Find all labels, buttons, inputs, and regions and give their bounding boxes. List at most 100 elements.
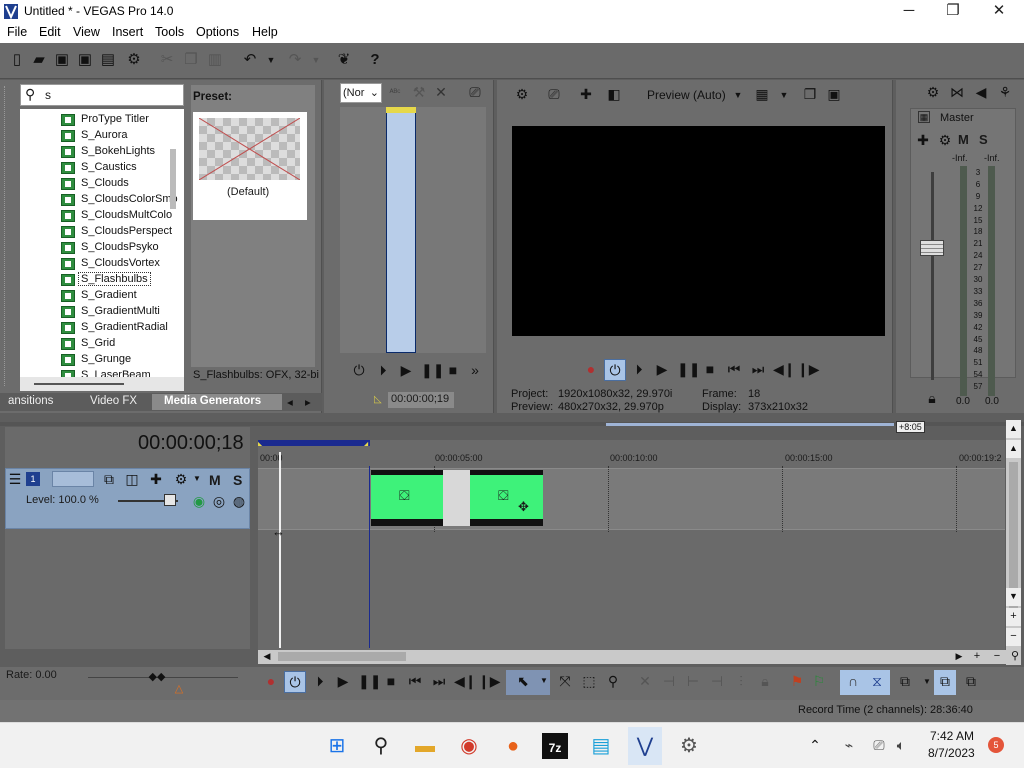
lock-icon[interactable]: 🔒︎ — [756, 673, 774, 691]
compositing-mode-icon[interactable]: ◫ — [123, 471, 141, 489]
save-icon[interactable]: ▣ — [53, 51, 71, 69]
tab-transitions[interactable]: ansitions — [8, 395, 53, 407]
video-track-header[interactable]: ☰ 1 ⧉ ◫ ✚ ⚙ ▼ M S Level: 100.0 % ◉ ◎ ◍ — [5, 468, 250, 529]
maximize-button[interactable]: ❐ — [930, 0, 976, 23]
record-icon[interactable]: ● — [582, 361, 600, 379]
marker-icon[interactable]: ⚑ — [788, 673, 806, 691]
video-preview-screen[interactable] — [512, 126, 885, 336]
menu-help[interactable]: Help — [252, 25, 278, 39]
trim-end-icon[interactable]: ⊣ — [708, 673, 726, 691]
zoom-out-horizontal-icon[interactable]: − — [988, 648, 1006, 666]
tree-hscrollbar[interactable] — [20, 377, 184, 391]
track-solo-button[interactable]: S — [233, 472, 242, 488]
loop-playback-icon[interactable]: ⏻ — [604, 359, 626, 381]
rate-slider-handle-icon[interactable]: ◆◆ — [148, 669, 166, 687]
overview-bar[interactable] — [606, 423, 894, 426]
cut-icon[interactable]: ✂ — [158, 51, 176, 69]
go-to-start-icon[interactable]: ⏮ — [725, 361, 743, 379]
lock-icon[interactable]: 🔒︎ — [923, 390, 941, 408]
save-as-icon[interactable]: ▣ — [76, 51, 94, 69]
notepad-icon[interactable]: ▤ — [586, 731, 616, 761]
track-mute-button[interactable]: M — [209, 472, 221, 488]
copy-snapshot-icon[interactable]: ❐ — [801, 86, 819, 104]
trim-start-icon[interactable]: ⊢ — [684, 673, 702, 691]
save-snapshot-icon[interactable]: ▣ — [825, 86, 843, 104]
file-explorer-icon[interactable]: ▬ — [410, 731, 440, 761]
previous-frame-icon[interactable]: ◀❙ — [773, 361, 796, 379]
notification-badge[interactable]: 5 — [988, 737, 1004, 753]
close-button[interactable]: ✕ — [976, 0, 1022, 23]
settings-gear-icon[interactable]: ⚙ — [674, 731, 704, 761]
trimmer-options-icon[interactable]: ⎚ — [466, 84, 484, 102]
help-icon[interactable]: ? — [366, 51, 384, 69]
timeline-vscrollbar[interactable]: ▲ ▲ ▼ + − — [1006, 420, 1021, 665]
remove-icon[interactable]: ✕ — [432, 84, 450, 102]
minimize-button[interactable]: ─ — [886, 0, 932, 23]
preview-properties-gear-icon[interactable]: ⚙ — [513, 86, 531, 104]
downmix-icon[interactable]: ⋈ — [948, 84, 966, 102]
trimmer-selection[interactable] — [386, 110, 416, 353]
external-monitor-icon[interactable]: ⎚ — [545, 86, 563, 104]
spell-icon[interactable]: ᴬᴮᶜ — [386, 84, 404, 102]
overlays-chevron-icon[interactable]: ▼ — [775, 87, 793, 105]
timeline-ruler[interactable]: 00:00 00:00:05:00 00:00:10:00 00:00:15:0… — [258, 446, 1005, 466]
panel-grip[interactable] — [4, 86, 12, 386]
paste-icon[interactable]: ▥ — [206, 51, 224, 69]
hscroll-left-icon[interactable]: ◀ — [258, 648, 276, 666]
ignore-grouping-icon[interactable]: ⧉ — [962, 673, 980, 691]
copy-icon[interactable]: ❐ — [182, 51, 200, 69]
timeline-timecode[interactable]: 00:00:00;18 — [138, 432, 244, 455]
trimmer-dropdown[interactable]: (Nor ⌄ — [340, 83, 382, 103]
tab-scroll-left-icon[interactable]: ◂ — [287, 395, 293, 409]
pause-icon[interactable]: ❚❚ — [421, 362, 444, 380]
selection-tool-icon[interactable]: ⬚ — [580, 673, 598, 691]
track-name-field[interactable] — [52, 471, 94, 487]
enable-snapping-icon[interactable]: ❦ — [335, 51, 353, 69]
undo-icon[interactable]: ↶ — [241, 51, 259, 69]
clock-time[interactable]: 7:42 AM — [930, 729, 974, 743]
vscroll-up-icon[interactable]: ▲ — [1006, 420, 1021, 438]
auto-crossfade-icon[interactable]: ⧖ — [868, 673, 886, 691]
play-icon[interactable]: ▶ — [653, 361, 671, 379]
undo-dropdown-icon[interactable]: ▼ — [262, 51, 280, 69]
trimmer-timecode[interactable]: 00:00:00;19 — [388, 392, 454, 408]
track-motion-icon[interactable]: ✚ — [147, 471, 165, 489]
go-to-end-icon[interactable]: ⏭ — [430, 673, 448, 691]
envelope-tool-icon[interactable]: ⤧ — [556, 673, 574, 691]
track-fx-icon[interactable]: ⧉ — [100, 471, 118, 489]
preview-quality-dropdown[interactable]: Preview (Auto) — [647, 88, 726, 102]
tree-scrollbar-thumb[interactable] — [170, 149, 176, 209]
fast-forward-icon[interactable]: » — [466, 362, 484, 380]
ripple-edit-icon[interactable]: ⧉ — [896, 673, 914, 691]
track-collapse-icon[interactable]: ☰ — [6, 471, 24, 489]
composite-child-icon[interactable]: ◎ — [210, 493, 228, 511]
stop-icon[interactable]: ■ — [701, 361, 719, 379]
preview-quality-chevron-icon[interactable]: ▼ — [729, 87, 747, 105]
record-icon[interactable]: ● — [262, 673, 280, 691]
timeline-hscrollbar[interactable]: ◀ ▶ + − ⚲ — [258, 650, 1021, 664]
master-fader-handle[interactable] — [920, 240, 944, 256]
trimmer-loop-region[interactable] — [386, 107, 416, 113]
open-icon[interactable]: ▰ — [30, 51, 48, 69]
clock-date[interactable]: 8/7/2023 — [928, 746, 975, 760]
master-solo-button[interactable]: S — [979, 132, 988, 147]
menu-options[interactable]: Options — [196, 25, 239, 39]
stop-icon[interactable]: ■ — [444, 362, 462, 380]
play-from-start-icon[interactable]: ⏵ — [630, 361, 648, 379]
loop-playback-icon[interactable]: ⏻ — [350, 362, 368, 380]
firefox-icon[interactable]: ● — [498, 731, 528, 761]
new-project-icon[interactable]: ▯ — [8, 51, 26, 69]
pause-icon[interactable]: ❚❚ — [358, 673, 381, 691]
enable-snapping-icon[interactable]: ∩ — [844, 673, 862, 691]
clear-markers-icon[interactable]: ⚒ — [410, 84, 428, 102]
next-frame-icon[interactable]: ❙▶ — [478, 673, 501, 691]
play-from-start-icon[interactable]: ⏵ — [311, 673, 329, 691]
render-icon[interactable]: ▤ — [99, 51, 117, 69]
menu-insert[interactable]: Insert — [112, 25, 143, 39]
vscroll-down-icon[interactable]: ▼ — [1006, 588, 1021, 606]
tab-scroll-right-icon[interactable]: ▸ — [305, 395, 311, 409]
vegas-taskbar-icon[interactable]: ⋁ — [628, 727, 662, 765]
fx-gear-icon[interactable]: ⚙ — [936, 132, 954, 150]
zoom-tool-icon[interactable]: ⚲ — [1006, 648, 1024, 666]
mask-icon[interactable]: ◍ — [230, 493, 248, 511]
